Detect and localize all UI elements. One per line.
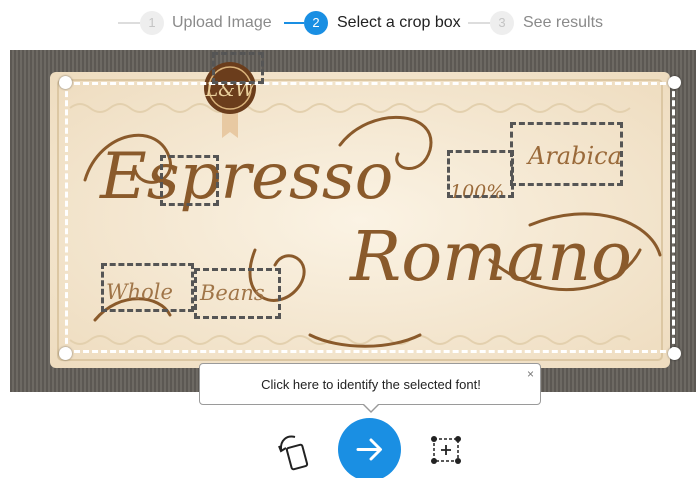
- identify-font-tooltip: Click here to identify the selected font…: [199, 363, 541, 413]
- text-selection-box[interactable]: [447, 150, 514, 198]
- arrow-right-icon: [356, 438, 382, 461]
- step-connector-active: [284, 22, 304, 24]
- add-crop-box-button[interactable]: [429, 435, 463, 465]
- step-3-label: See results: [523, 14, 604, 31]
- text-selection-box[interactable]: [101, 263, 194, 312]
- close-icon[interactable]: ×: [527, 367, 534, 381]
- crop-handle-bottom-left[interactable]: [59, 347, 72, 360]
- step-connector: [468, 22, 490, 24]
- identify-font-button[interactable]: [338, 418, 401, 478]
- step-2-label: Select a crop box: [337, 14, 461, 31]
- tooltip-text: Click here to identify the selected font…: [261, 377, 481, 392]
- rotate-button[interactable]: [275, 430, 315, 472]
- step-connector: [118, 22, 140, 24]
- step-3-number: 3: [490, 11, 514, 35]
- step-1-label: Upload Image: [172, 14, 272, 31]
- step-1-number: 1: [140, 11, 164, 35]
- crop-handle-bottom-right[interactable]: [668, 347, 681, 360]
- tooltip-arrow: [362, 403, 380, 413]
- step-2-number: 2: [304, 11, 328, 35]
- crop-handle-top-left[interactable]: [59, 76, 72, 89]
- text-selection-box[interactable]: [194, 268, 281, 319]
- text-selection-box[interactable]: [160, 155, 219, 206]
- progress-stepper: 1 Upload Image 2 Select a crop box 3 See…: [0, 0, 696, 46]
- text-selection-box[interactable]: [212, 52, 264, 84]
- add-box-icon: [431, 436, 461, 464]
- crop-handle-top-right[interactable]: [668, 76, 681, 89]
- rotate-icon: [278, 435, 309, 471]
- text-selection-box[interactable]: [510, 122, 623, 186]
